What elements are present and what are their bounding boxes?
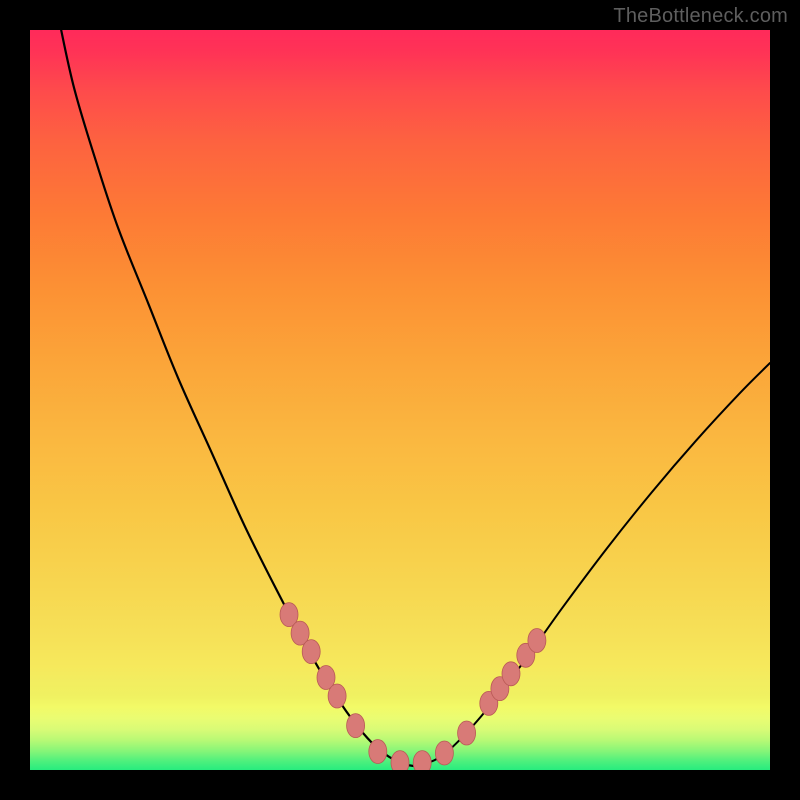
marker-dot xyxy=(328,684,346,708)
curve-layer xyxy=(30,30,770,770)
marker-group xyxy=(280,603,546,770)
marker-dot xyxy=(435,741,453,765)
marker-dot xyxy=(302,640,320,664)
marker-dot xyxy=(458,721,476,745)
watermark-text: TheBottleneck.com xyxy=(613,5,788,28)
marker-dot xyxy=(502,662,520,686)
curve-left xyxy=(60,30,415,766)
marker-dot xyxy=(369,740,387,764)
marker-dot xyxy=(413,751,431,770)
curve-right xyxy=(415,363,770,766)
marker-dot xyxy=(347,714,365,738)
chart-frame: TheBottleneck.com xyxy=(0,0,800,800)
plot-area xyxy=(30,30,770,770)
marker-dot xyxy=(391,751,409,770)
marker-dot xyxy=(528,629,546,653)
